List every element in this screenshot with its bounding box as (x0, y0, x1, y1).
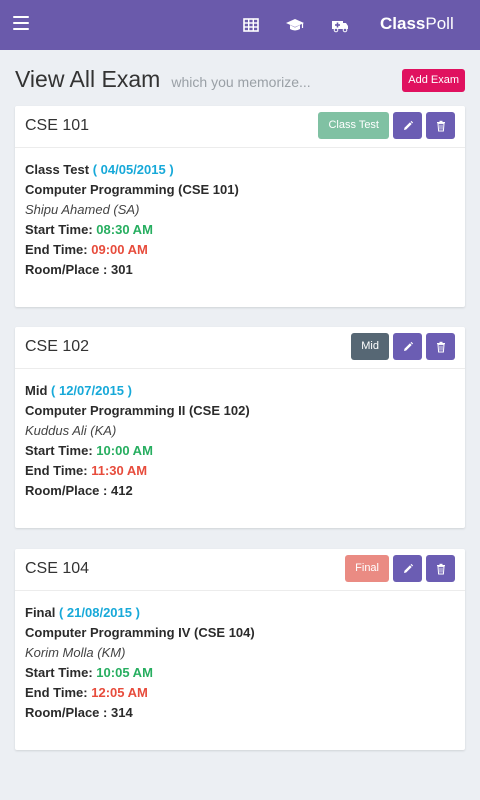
exam-type-date-row: Mid ( 12/07/2015 ) (25, 383, 132, 398)
exam-type-date-row: Class Test ( 04/05/2015 ) (25, 162, 174, 177)
trash-icon (436, 341, 445, 352)
teacher-name: Kuddus Ali (KA) (25, 423, 117, 438)
hamburger-menu-icon[interactable] (13, 16, 29, 30)
room-row: Room/Place : 412 (25, 481, 455, 501)
start-time-value: 10:00 AM (96, 443, 153, 458)
start-time-row: Start Time: 10:05 AM (25, 663, 455, 683)
ambulance-icon[interactable] (330, 15, 350, 35)
card-actions: Mid (351, 333, 455, 360)
room-value: 314 (110, 705, 133, 720)
exam-type-button[interactable]: Class Test (318, 112, 389, 139)
end-time-label: End Time: (25, 242, 88, 257)
page-heading: View All Exam which you memorize... Add … (15, 66, 465, 96)
pencil-icon (403, 563, 413, 573)
end-time-label: End Time: (25, 685, 88, 700)
edit-button[interactable] (393, 333, 422, 360)
trash-icon (436, 563, 445, 574)
course-name: Computer Programming II (CSE 102) (25, 403, 250, 418)
page-title: View All Exam (15, 66, 161, 92)
brand-logo[interactable]: ClassPoll (380, 14, 454, 34)
pencil-icon (403, 341, 413, 351)
add-exam-button[interactable]: Add Exam (402, 69, 465, 92)
end-time-row: End Time: 09:00 AM (25, 240, 455, 260)
edit-button[interactable] (393, 555, 422, 582)
end-time-label: End Time: (25, 463, 88, 478)
card-header: CSE 101 Class Test (15, 106, 465, 148)
card-header: CSE 102 Mid (15, 327, 465, 369)
start-time-value: 08:30 AM (96, 222, 153, 237)
delete-button[interactable] (426, 112, 455, 139)
start-time-row: Start Time: 10:00 AM (25, 441, 455, 461)
card-body: Mid ( 12/07/2015 ) Computer Programming … (15, 369, 465, 501)
card-body: Class Test ( 04/05/2015 ) Computer Progr… (15, 148, 465, 280)
card-actions: Final (345, 555, 455, 582)
end-time-value: 12:05 AM (91, 685, 148, 700)
end-time-value: 11:30 AM (91, 463, 148, 478)
course-code: CSE 101 (25, 117, 90, 134)
exam-date: 21/08/2015 (66, 605, 132, 620)
room-value: 412 (110, 483, 133, 498)
exam-type-label: Final (25, 605, 56, 620)
end-time-value: 09:00 AM (91, 242, 148, 257)
page-subtitle: which you memorize... (171, 74, 311, 90)
exam-card: CSE 102 Mid Mid ( 12/07/2015) Computer … (15, 327, 465, 528)
course-name: Computer Programming (CSE 101) (25, 182, 239, 197)
teacher-name: Shipu Ahamed (SA) (25, 202, 140, 217)
course-name: Computer Programming IV (CSE 104) (25, 625, 255, 640)
room-label: Room/Place : (25, 262, 108, 277)
room-label: Room/Place : (25, 483, 108, 498)
exam-type-button[interactable]: Mid (351, 333, 389, 360)
card-body: Final ( 21/08/2015 ) Computer Programmin… (15, 591, 465, 723)
end-time-row: End Time: 11:30 AM (25, 461, 455, 481)
start-time-label: Start Time: (25, 222, 93, 237)
start-time-label: Start Time: (25, 665, 93, 680)
delete-button[interactable] (426, 555, 455, 582)
exam-date: 12/07/2015 (58, 383, 125, 398)
exam-type-date-row: Final ( 21/08/2015 ) (25, 605, 140, 620)
exam-card: CSE 101 Class Test Class Test (04/05/20… (15, 106, 465, 307)
top-app-bar: ClassPoll (0, 0, 480, 50)
delete-button[interactable] (426, 333, 455, 360)
start-time-row: Start Time: 08:30 AM (25, 220, 455, 240)
room-row: Room/Place : 301 (25, 260, 455, 280)
room-label: Room/Place : (25, 705, 108, 720)
exam-type-label: Mid (25, 383, 48, 398)
start-time-value: 10:05 AM (96, 665, 153, 680)
table-grid-icon[interactable] (241, 15, 261, 35)
course-code: CSE 102 (25, 338, 90, 355)
exam-type-button[interactable]: Final (345, 555, 389, 582)
card-header: CSE 104 Final (15, 549, 465, 591)
graduation-cap-icon[interactable] (285, 15, 305, 35)
room-value: 301 (110, 262, 133, 277)
pencil-icon (403, 120, 413, 130)
start-time-label: Start Time: (25, 443, 93, 458)
end-time-row: End Time: 12:05 AM (25, 683, 455, 703)
card-actions: Class Test (318, 112, 455, 139)
room-row: Room/Place : 314 (25, 703, 455, 723)
teacher-name: Korim Molla (KM) (25, 645, 126, 660)
exam-date: 04/05/2015 (100, 162, 166, 177)
course-code: CSE 104 (25, 560, 90, 577)
trash-icon (436, 120, 445, 131)
exam-card: CSE 104 Final Final (21/08/2015) Compu… (15, 549, 465, 750)
exam-type-label: Class Test (25, 162, 90, 177)
edit-button[interactable] (393, 112, 422, 139)
